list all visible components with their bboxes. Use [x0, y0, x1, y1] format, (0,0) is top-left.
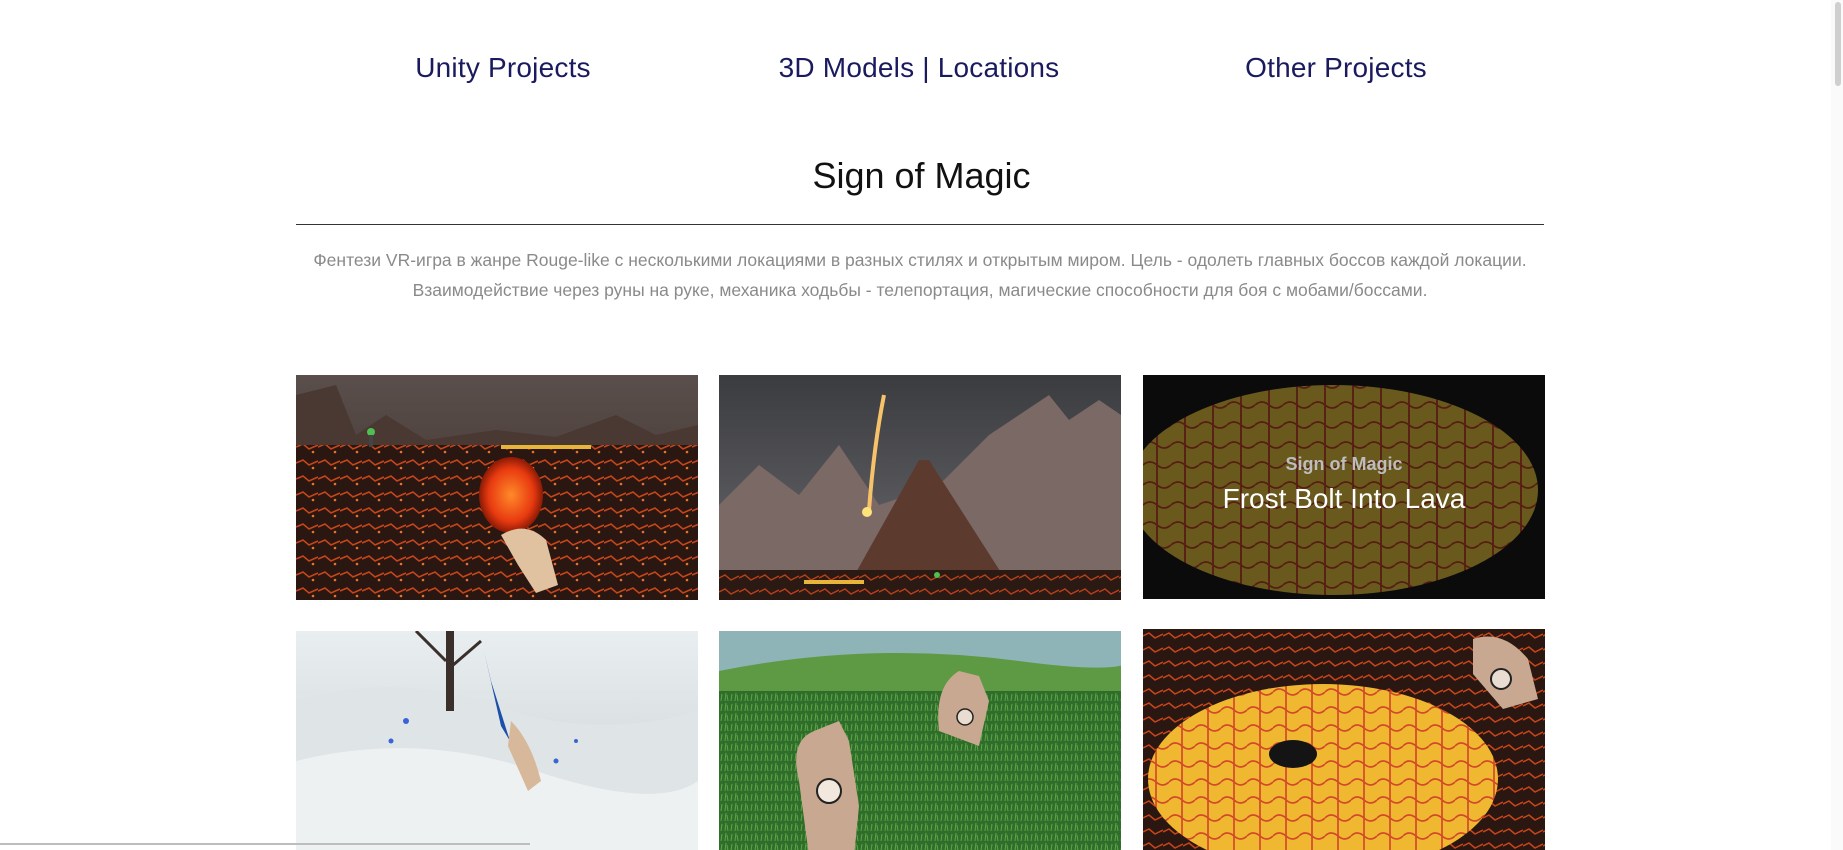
gallery-image-volcano[interactable]	[719, 375, 1121, 600]
nav-unity-projects[interactable]: Unity Projects	[415, 52, 591, 84]
image-caption-overlay: Sign of Magic Frost Bolt Into Lava	[1143, 375, 1545, 599]
forest-scene	[719, 631, 1121, 850]
snow-scene	[296, 631, 698, 850]
nav-other-projects[interactable]: Other Projects	[1245, 52, 1427, 84]
project-title: Sign of Magic	[812, 155, 1031, 196]
project-description: Фентези VR-игра в жанре Rouge-like с нес…	[296, 245, 1544, 305]
scrollbar[interactable]	[1831, 0, 1843, 850]
fire-orb-scene	[296, 375, 698, 600]
loading-bar	[0, 843, 530, 845]
gallery-image-lava-disk-rock[interactable]	[1143, 629, 1545, 850]
volcano-scene	[719, 375, 1121, 600]
title-divider	[296, 224, 1544, 225]
top-nav: Unity Projects 3D Models | Locations Oth…	[0, 52, 1843, 88]
gallery-image-fire-orb[interactable]	[296, 375, 698, 600]
nav-3d-models-locations[interactable]: 3D Models | Locations	[779, 52, 1060, 84]
gallery-image-forest-hands[interactable]	[719, 631, 1121, 850]
description-line-1: Фентези VR-игра в жанре Rouge-like с нес…	[313, 250, 1527, 270]
gallery-image-frost-bolt-into-lava[interactable]: Sign of Magic Frost Bolt Into Lava	[1143, 375, 1545, 599]
description-line-2: Взаимодействие через руны на руке, механ…	[412, 280, 1428, 300]
scrollbar-thumb[interactable]	[1835, 2, 1841, 86]
gallery-image-frost-crystal[interactable]	[296, 631, 698, 850]
lava-rock-scene	[1143, 629, 1545, 850]
caption-subtitle: Sign of Magic	[1285, 453, 1403, 474]
caption-title: Frost Bolt Into Lava	[1222, 482, 1466, 514]
